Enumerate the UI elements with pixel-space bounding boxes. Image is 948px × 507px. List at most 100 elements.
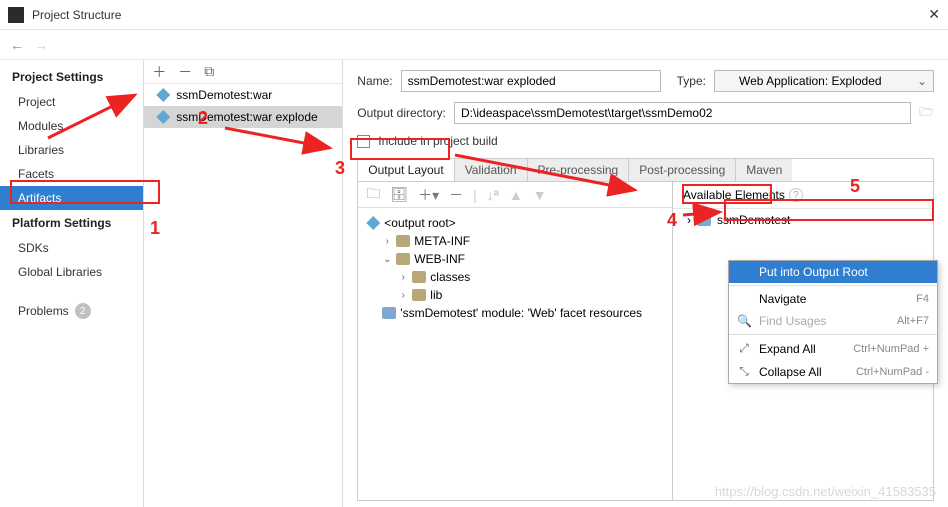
- artifact-item-label: ssmDemotest:war: [176, 88, 272, 102]
- artifact-item-war[interactable]: ssmDemotest:war: [144, 84, 342, 106]
- folder-alt-icon[interactable]: 🗄: [390, 186, 408, 203]
- expand-icon: ⤢: [737, 341, 751, 356]
- type-label: Type:: [677, 74, 706, 88]
- menu-navigate[interactable]: Navigate F4: [729, 288, 937, 310]
- output-tree-pane: 🗀 🗄 ＋▾ － | ↓ª ▲ ▼ <output root> › META-IN…: [358, 182, 673, 500]
- chevron-down-icon[interactable]: ⌄: [382, 254, 392, 265]
- sidebar-heading-project: Project Settings: [0, 64, 143, 90]
- artifact-icon: [156, 110, 170, 124]
- chevron-down-icon: ⌄: [917, 74, 927, 88]
- sidebar-item-artifacts[interactable]: Artifacts: [0, 186, 143, 210]
- sidebar-item-sdks[interactable]: SDKs: [0, 236, 143, 260]
- sidebar-item-facets[interactable]: Facets: [0, 162, 143, 186]
- tree-node: WEB-INF: [414, 252, 465, 266]
- available-title: Available Elements: [683, 188, 785, 202]
- window-title: Project Structure: [32, 8, 928, 22]
- collapse-icon: ⤡: [737, 364, 751, 379]
- name-label: Name:: [357, 74, 392, 88]
- sidebar-item-project[interactable]: Project: [0, 90, 143, 114]
- copy-icon[interactable]: ⧉: [204, 63, 214, 80]
- menu-expand-all[interactable]: ⤢ Expand All Ctrl+NumPad +: [729, 337, 937, 360]
- tab-validation[interactable]: Validation: [455, 159, 528, 181]
- forward-icon[interactable]: →: [34, 37, 48, 53]
- artifact-icon: [156, 88, 170, 102]
- chevron-right-icon[interactable]: ›: [382, 236, 392, 247]
- tree-root: <output root>: [384, 216, 455, 230]
- tree-node: META-INF: [414, 234, 470, 248]
- available-project[interactable]: › ssmDemotest: [673, 209, 933, 231]
- menu-label: Find Usages: [759, 314, 826, 328]
- outdir-field[interactable]: [454, 102, 911, 124]
- menu-label: Put into Output Root: [759, 265, 868, 279]
- problems-label: Problems: [18, 304, 69, 318]
- add-icon[interactable]: ＋: [152, 62, 166, 82]
- output-toolbar: 🗀 🗄 ＋▾ － | ↓ª ▲ ▼: [358, 182, 672, 208]
- module-icon: [382, 307, 396, 319]
- menu-find-usages: 🔍 Find Usages Alt+F7: [729, 310, 937, 332]
- artifact-item-war-exploded[interactable]: ssmDemotest:war explode: [144, 106, 342, 128]
- shortcut: Alt+F7: [897, 315, 929, 327]
- sort-icon[interactable]: ↓ª: [487, 187, 499, 203]
- down-icon[interactable]: ▼: [533, 187, 547, 203]
- sidebar: Project Settings Project Modules Librari…: [0, 60, 144, 507]
- outdir-label: Output directory:: [357, 106, 446, 120]
- menu-label: Expand All: [759, 342, 816, 356]
- tab-output-layout[interactable]: Output Layout: [358, 159, 454, 181]
- close-icon[interactable]: ✕: [928, 6, 940, 23]
- browse-folder-icon[interactable]: 🗁: [919, 103, 934, 124]
- detail-pane: Name: Type: Web Application: Exploded ⌄ …: [343, 60, 948, 507]
- tree-node: lib: [430, 288, 442, 302]
- tab-preprocessing[interactable]: Pre-processing: [528, 159, 630, 181]
- back-icon[interactable]: ←: [10, 37, 24, 53]
- tree-node: 'ssmDemotest' module: 'Web' facet resour…: [400, 306, 642, 320]
- output-tree[interactable]: <output root> › META-INF ⌄ WEB-INF › classe…: [358, 208, 672, 328]
- remove-content-icon[interactable]: －: [449, 185, 463, 205]
- chevron-right-icon[interactable]: ›: [398, 272, 408, 283]
- available-project-label: ssmDemotest: [717, 213, 790, 227]
- menu-label: Navigate: [759, 292, 806, 306]
- tab-postprocessing[interactable]: Post-processing: [629, 159, 736, 181]
- folder-icon: [412, 271, 426, 283]
- help-icon[interactable]: ?: [789, 188, 803, 202]
- sidebar-item-global-libs[interactable]: Global Libraries: [0, 260, 143, 284]
- sidebar-item-problems[interactable]: Problems 2: [0, 298, 143, 324]
- type-select[interactable]: Web Application: Exploded ⌄: [714, 70, 934, 92]
- folder-new-icon[interactable]: 🗀: [366, 183, 380, 207]
- search-icon: 🔍: [737, 314, 751, 328]
- artifact-column: ＋ － ⧉ ssmDemotest:war ssmDemotest:war ex…: [144, 60, 343, 507]
- menu-put-into-root[interactable]: Put into Output Root: [729, 261, 937, 283]
- sidebar-heading-platform: Platform Settings: [0, 210, 143, 236]
- module-icon: [697, 214, 711, 226]
- tab-maven[interactable]: Maven: [736, 159, 792, 181]
- app-icon: [8, 7, 24, 23]
- menu-collapse-all[interactable]: ⤡ Collapse All Ctrl+NumPad -: [729, 360, 937, 383]
- shortcut: Ctrl+NumPad +: [853, 343, 929, 355]
- up-icon[interactable]: ▲: [509, 187, 523, 203]
- artifact-item-label: ssmDemotest:war explode: [176, 110, 317, 124]
- shortcut: Ctrl+NumPad -: [856, 366, 929, 378]
- tabs: Output Layout Validation Pre-processing …: [357, 158, 934, 181]
- add-content-icon[interactable]: ＋▾: [418, 185, 439, 205]
- artifact-icon: [721, 75, 733, 87]
- sidebar-item-modules[interactable]: Modules: [0, 114, 143, 138]
- tree-node: classes: [430, 270, 470, 284]
- sidebar-item-libraries[interactable]: Libraries: [0, 138, 143, 162]
- folder-icon: [396, 235, 410, 247]
- watermark: https://blog.csdn.net/weixin_41583535: [715, 484, 936, 499]
- problems-badge: 2: [75, 303, 91, 319]
- type-value: Web Application: Exploded: [739, 74, 882, 88]
- shortcut: F4: [916, 293, 929, 305]
- artifact-toolbar: ＋ － ⧉: [144, 60, 342, 84]
- nav-toolbar: ← →: [0, 30, 948, 60]
- remove-icon[interactable]: －: [178, 62, 192, 82]
- include-label: Include in project build: [378, 134, 497, 148]
- include-checkbox[interactable]: [357, 135, 370, 148]
- chevron-right-icon[interactable]: ›: [398, 290, 408, 301]
- folder-icon: [396, 253, 410, 265]
- titlebar: Project Structure ✕: [0, 0, 948, 30]
- context-menu: Put into Output Root Navigate F4 🔍 Find …: [728, 260, 938, 384]
- root-icon: [366, 216, 380, 230]
- menu-label: Collapse All: [759, 365, 822, 379]
- name-field[interactable]: [401, 70, 661, 92]
- folder-icon: [412, 289, 426, 301]
